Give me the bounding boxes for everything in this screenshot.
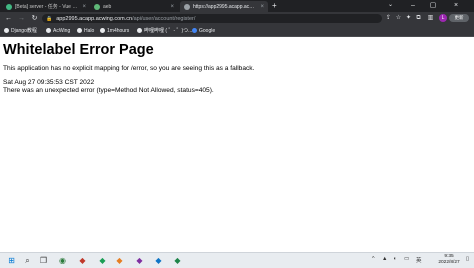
close-icon[interactable]: × (260, 4, 264, 10)
tab-vue-cli[interactable]: [Beta] server - 任务 - Vue CLI × (2, 1, 90, 12)
chrome-icon[interactable]: ◉ (57, 255, 68, 266)
forward-icon[interactable]: → (17, 14, 26, 23)
app-icon[interactable]: ◆ (114, 255, 125, 266)
tab-title: aeb (103, 3, 112, 10)
bookmark-label: Google (199, 27, 216, 34)
app-icon[interactable]: ◆ (134, 255, 145, 266)
close-window-icon[interactable]: × (447, 0, 465, 12)
page-title: Whitelabel Error Page (3, 42, 154, 58)
new-tab-button[interactable]: + (272, 1, 277, 10)
profile-avatar[interactable]: L (439, 14, 447, 22)
puzzle-icon[interactable]: ⧉ (414, 14, 423, 23)
share-icon[interactable]: ⇪ (384, 14, 393, 23)
tab-title: https://app2995.acapp.acwing.c (193, 3, 258, 10)
error-message: This application has no explicit mapping… (3, 65, 255, 72)
bookmark-label: 哔哩哔哩 ( ゜- ゜)つ... (144, 28, 193, 34)
update-button[interactable]: 更新 (449, 14, 469, 22)
volume-icon[interactable]: ◖ (393, 256, 396, 262)
bookmark-icon (100, 28, 105, 33)
error-detail: There was an unexpected error (type=Meth… (3, 87, 214, 94)
notification-icon[interactable]: ▯ (466, 256, 469, 262)
tab-strip: [Beta] server - 任务 - Vue CLI × aeb × htt… (0, 0, 474, 12)
maximize-icon[interactable]: ▢ (424, 0, 442, 12)
tab-app2995[interactable]: https://app2995.acapp.acwing.c × (180, 1, 268, 12)
url-host: app2995.acapp.acwing.com.cn (56, 15, 133, 22)
app-icon[interactable]: ◆ (172, 255, 183, 266)
address-bar[interactable]: 🔒 app2995.acapp.acwing.com.cn/api/user/a… (42, 14, 382, 23)
taskbar: ⊞ ⌕ ❐ ◉ ◆ ◆ ◆ ◆ ◆ ◆ ^ ▲ ◖ ▭ 英 9:35 2022/… (0, 252, 474, 268)
bookmark-label: Halo (84, 27, 95, 34)
back-icon[interactable]: ← (4, 14, 13, 23)
taskbar-clock[interactable]: 9:35 2022/8/27 (434, 254, 464, 266)
sidebar-icon[interactable]: ▥ (426, 14, 435, 23)
tab-favicon-icon (94, 3, 100, 10)
tab-title: [Beta] server - 任务 - Vue CLI (15, 4, 80, 10)
error-timestamp: Sat Aug 27 09:35:53 CST 2022 (3, 79, 95, 86)
google-icon (192, 28, 197, 33)
bookmark-halo[interactable]: Halo (77, 26, 94, 35)
star-icon[interactable]: ☆ (394, 14, 403, 23)
chevron-down-icon[interactable]: ⌄ (388, 1, 393, 8)
ime-indicator[interactable]: 英 (416, 256, 422, 264)
close-icon[interactable]: × (82, 4, 86, 10)
task-view-icon[interactable]: ❐ (38, 255, 49, 266)
battery-icon[interactable]: ▭ (404, 256, 409, 262)
bookmark-1m4hours[interactable]: 1m4hours (100, 26, 129, 35)
bookmark-label: Django教程 (11, 28, 37, 34)
browser-toolbar: ← → ↻ 🔒 app2995.acapp.acwing.com.cn/api/… (0, 12, 474, 25)
app-icon[interactable]: ◆ (77, 255, 88, 266)
bookmark-acwing[interactable]: AcWing (46, 26, 70, 35)
bookmark-bilibili[interactable]: 哔哩哔哩 ( ゜- ゜)つ... (137, 26, 192, 35)
vue-icon (6, 3, 12, 10)
globe-icon (184, 3, 190, 10)
bookmark-icon (4, 28, 9, 33)
page-content: Whitelabel Error Page This application h… (0, 37, 474, 252)
bookmark-icon (77, 28, 82, 33)
clock-date: 2022/8/27 (438, 260, 460, 265)
bookmarks-bar: Django教程 AcWing Halo 1m4hours 哔哩哔哩 ( ゜- … (0, 25, 474, 37)
reload-icon[interactable]: ↻ (30, 14, 39, 23)
bookmark-google[interactable]: Google (192, 26, 215, 35)
bookmark-label: 1m4hours (107, 27, 130, 34)
url-path: /api/user/account/register/ (132, 15, 196, 22)
bookmark-label: AcWing (53, 27, 71, 34)
tray-chevron-icon[interactable]: ^ (372, 256, 375, 262)
lock-icon[interactable]: 🔒 (46, 16, 52, 22)
vscode-icon[interactable]: ◆ (153, 255, 164, 266)
app-icon[interactable]: ◆ (97, 255, 108, 266)
bookmark-icon (137, 28, 142, 33)
search-icon[interactable]: ⌕ (22, 255, 33, 266)
minimize-icon[interactable]: – (404, 0, 422, 12)
close-icon[interactable]: × (170, 4, 174, 10)
windows-start-icon[interactable]: ⊞ (6, 255, 17, 266)
network-icon[interactable]: ▲ (382, 256, 387, 262)
bookmark-django[interactable]: Django教程 (4, 26, 37, 35)
bookmark-icon (46, 28, 51, 33)
tab-aeb[interactable]: aeb × (90, 1, 178, 12)
extension-icon[interactable]: ✦ (404, 14, 413, 23)
